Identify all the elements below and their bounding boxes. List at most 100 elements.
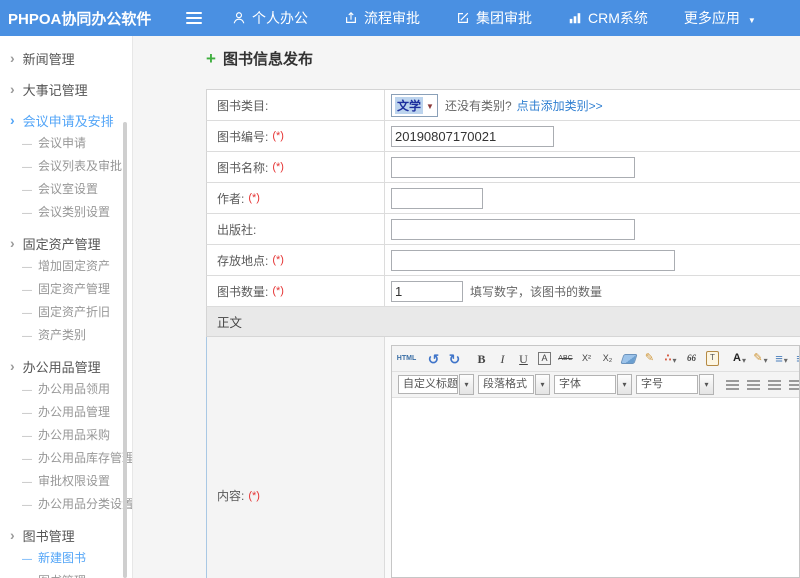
font-family-select[interactable]: 字体 — [554, 374, 632, 395]
author-input[interactable] — [391, 188, 483, 209]
sidebar-group[interactable]: 大事记管理 — [10, 78, 132, 100]
align-justify-icon[interactable] — [786, 374, 799, 396]
caret-down-icon — [672, 350, 676, 368]
font-size-select[interactable]: 字号 — [636, 374, 714, 395]
font-border-icon[interactable]: A — [535, 348, 554, 370]
sidebar-item[interactable]: 办公用品领用 — [22, 377, 132, 400]
html-source-icon[interactable]: HTML — [397, 348, 416, 370]
caret-down-icon — [784, 350, 788, 368]
user-icon — [232, 11, 246, 25]
sidebar-item-label: 办公用品领用 — [38, 380, 110, 397]
sidebar-item[interactable]: 审批权限设置 — [22, 469, 132, 492]
sidebar-item[interactable]: 新建图书 — [22, 546, 132, 569]
field-label: 图书类目: — [217, 97, 268, 114]
sidebar-group[interactable]: 办公用品管理 — [10, 355, 132, 377]
sidebar-group[interactable]: 会议申请及安排 — [10, 109, 132, 131]
italic-icon[interactable]: I — [493, 348, 512, 370]
sidebar-item[interactable]: 会议申请 — [22, 131, 132, 154]
select-value: 字号 — [636, 375, 698, 394]
sidebar-item[interactable]: 办公用品分类设置 — [22, 492, 132, 515]
editor-toolbar-row2: 自定义标题段落格式字体字号∞∞ — [392, 372, 799, 398]
dash-icon — [22, 205, 32, 219]
sidebar-item-label: 会议申请 — [38, 134, 86, 151]
form-row-author: 作者:(*) — [206, 183, 800, 214]
field-label: 存放地点: — [217, 252, 268, 269]
paragraph-format-select[interactable]: 段落格式 — [478, 374, 550, 395]
sidebar-item[interactable]: 增加固定资产 — [22, 254, 132, 277]
caret-down-icon[interactable] — [459, 374, 474, 395]
sidebar-item[interactable]: 固定资产折旧 — [22, 300, 132, 323]
strikethrough-icon[interactable]: ABC — [556, 348, 575, 370]
editor-content-area[interactable] — [392, 398, 799, 578]
unordered-list-icon[interactable]: ≡ — [793, 348, 799, 370]
body-section-header: 正文 — [206, 307, 800, 337]
sidebar-item[interactable]: 办公用品采购 — [22, 423, 132, 446]
sidebar-item-label: 办公用品采购 — [38, 426, 110, 443]
app-logo: PHPOA协同办公软件 — [0, 8, 168, 29]
sidebar-item-label: 办公用品管理 — [38, 403, 110, 420]
add-category-link[interactable]: 点击添加类别>> — [517, 97, 603, 114]
ordered-list-icon[interactable]: ≡ — [772, 348, 791, 370]
align-right-icon[interactable] — [765, 374, 784, 396]
book-quantity-input[interactable] — [391, 281, 463, 302]
menu-toggle-button[interactable] — [182, 8, 206, 28]
highlight-color-icon[interactable]: ∴ — [661, 348, 680, 370]
sidebar-group[interactable]: 图书管理 — [10, 524, 132, 546]
caret-down-icon[interactable] — [535, 374, 550, 395]
align-left-icon[interactable] — [723, 374, 742, 396]
sidebar-item-label: 新建图书 — [38, 549, 86, 566]
sidebar-item-label: 增加固定资产 — [38, 257, 110, 274]
nav-label: 更多应用 — [684, 8, 740, 28]
nav-label: 流程审批 — [364, 8, 420, 28]
storage-location-input[interactable] — [391, 250, 675, 271]
nav-workflow-approval[interactable]: 流程审批 — [344, 8, 420, 28]
category-select[interactable]: 文学 — [391, 94, 438, 117]
blockquote-icon[interactable]: 66 — [682, 348, 701, 370]
font-color-icon[interactable]: A — [730, 348, 749, 370]
publisher-input[interactable] — [391, 219, 635, 240]
sidebar-item-label: 会议室设置 — [38, 180, 98, 197]
redo-icon[interactable]: ↻ — [445, 348, 464, 370]
field-label: 作者: — [217, 190, 244, 207]
caret-down-icon[interactable] — [699, 374, 714, 395]
sidebar-item[interactable]: 图书管理 — [22, 569, 132, 578]
sidebar-item[interactable]: 办公用品管理 — [22, 400, 132, 423]
sidebar-item[interactable]: 固定资产管理 — [22, 277, 132, 300]
field-label: 图书名称: — [217, 159, 268, 176]
sidebar-item[interactable]: 办公用品库存管理 — [22, 446, 132, 469]
caret-down-icon — [742, 350, 746, 368]
eraser-icon[interactable] — [619, 348, 638, 370]
add-icon — [206, 50, 216, 67]
book-name-input[interactable] — [391, 157, 635, 178]
required-marker: (*) — [272, 161, 284, 173]
sidebar-item[interactable]: 会议类别设置 — [22, 200, 132, 223]
required-marker: (*) — [248, 490, 260, 502]
sidebar-item[interactable]: 会议室设置 — [22, 177, 132, 200]
dash-icon — [22, 405, 32, 419]
sidebar-group[interactable]: 新闻管理 — [10, 47, 132, 69]
custom-title-select[interactable]: 自定义标题 — [398, 374, 474, 395]
dash-icon — [22, 451, 32, 465]
paste-icon[interactable]: T — [703, 348, 722, 370]
sidebar-item[interactable]: 会议列表及审批 — [22, 154, 132, 177]
undo-icon[interactable]: ↺ — [424, 348, 443, 370]
subscript-icon[interactable]: X₂ — [598, 348, 617, 370]
sidebar-item-label: 固定资产管理 — [38, 280, 110, 297]
sidebar-group-label: 新闻管理 — [23, 49, 75, 68]
caret-down-icon[interactable] — [617, 374, 632, 395]
underline-icon[interactable]: U — [514, 348, 533, 370]
nav-personal-office[interactable]: 个人办公 — [232, 8, 308, 28]
book-number-input[interactable] — [391, 126, 554, 147]
sidebar-item[interactable]: 资产类别 — [22, 323, 132, 346]
sidebar-group[interactable]: 固定资产管理 — [10, 232, 132, 254]
align-center-icon[interactable] — [744, 374, 763, 396]
sidebar-scrollbar[interactable] — [123, 122, 127, 578]
marker-pen-icon[interactable]: ✎ — [751, 348, 770, 370]
nav-crm-system[interactable]: CRM系统 — [568, 8, 648, 28]
bold-icon[interactable]: B — [472, 348, 491, 370]
format-brush-icon[interactable]: ✎ — [640, 348, 659, 370]
superscript-icon[interactable]: X² — [577, 348, 596, 370]
field-label: 出版社: — [217, 221, 256, 238]
nav-group-approval[interactable]: 集团审批 — [456, 8, 532, 28]
nav-more-apps[interactable]: 更多应用 — [684, 8, 756, 28]
